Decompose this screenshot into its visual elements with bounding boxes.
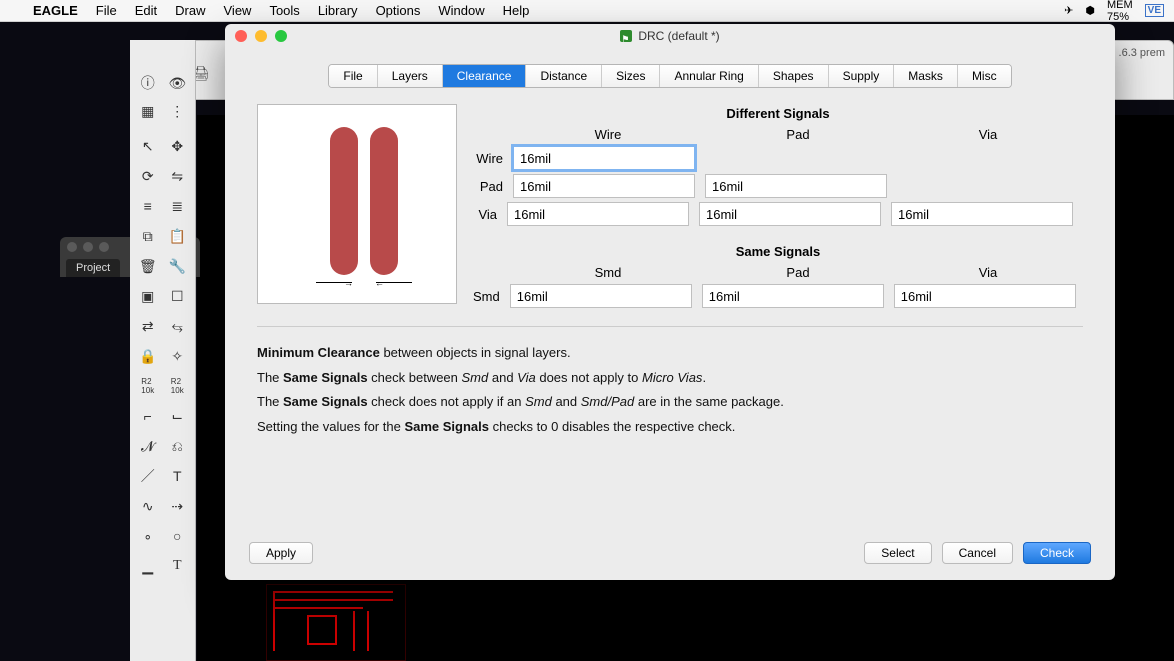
menu-tools[interactable]: Tools: [260, 3, 308, 18]
pad-pad-input[interactable]: [705, 174, 887, 198]
tool-palette: ⓘ 👁 ▦ ⋮ ↖ ✥ ⟳ ⇋ ≡ ≣ ⧉ 📋 🗑 🔧 ▣ ☐ ⇄ ⥃ 🔒 ✧ …: [130, 40, 196, 661]
text-tool-icon[interactable]: T: [164, 552, 192, 580]
smash-icon[interactable]: ✧: [164, 342, 192, 370]
lock-icon[interactable]: 🔒: [134, 342, 162, 370]
menu-edit[interactable]: Edit: [126, 3, 166, 18]
different-signals-title: Different Signals: [473, 106, 1083, 121]
dropbox-icon[interactable]: ⬢: [1085, 4, 1095, 17]
hole-tool-icon[interactable]: ○: [164, 522, 192, 550]
tab-masks[interactable]: Masks: [894, 65, 958, 87]
add-part-icon[interactable]: ▣: [134, 282, 162, 310]
align-tool-icon[interactable]: ≣: [164, 192, 192, 220]
via-via-input[interactable]: [891, 202, 1073, 226]
gate-swap-icon[interactable]: ⥃: [164, 312, 192, 340]
pin-swap-icon[interactable]: ⇄: [134, 312, 162, 340]
value-r1-icon[interactable]: R210k: [134, 372, 162, 400]
delete-tool-icon[interactable]: 🗑: [134, 252, 162, 280]
check-button[interactable]: Check: [1023, 542, 1091, 564]
via-wire-input[interactable]: [507, 202, 689, 226]
smd-pad-input[interactable]: [702, 284, 884, 308]
tab-shapes[interactable]: Shapes: [759, 65, 829, 87]
tab-sizes[interactable]: Sizes: [602, 65, 660, 87]
col-via2: Via: [893, 265, 1083, 280]
paste-tool-icon[interactable]: 📋: [164, 222, 192, 250]
mirror-tool-icon[interactable]: ⇋: [164, 162, 192, 190]
value-r2-icon[interactable]: R210k: [164, 372, 192, 400]
macos-menubar: EAGLE File Edit Draw View Tools Library …: [0, 0, 1174, 22]
rotate-tool-icon[interactable]: ⟳: [134, 162, 162, 190]
wire-wire-input[interactable]: [513, 146, 695, 170]
col-via: Via: [893, 127, 1083, 142]
app-name[interactable]: EAGLE: [24, 3, 87, 18]
tab-misc[interactable]: Misc: [958, 65, 1011, 87]
version-label: .6.3 prem: [1119, 47, 1165, 59]
menu-window[interactable]: Window: [429, 3, 493, 18]
clearance-preview: →←: [257, 104, 457, 304]
col-wire: Wire: [513, 127, 703, 142]
diff-col-headers: Wire Pad Via: [513, 127, 1083, 142]
menu-draw[interactable]: Draw: [166, 3, 214, 18]
bus-tool-icon[interactable]: ⇢: [164, 492, 192, 520]
memory-indicator[interactable]: MEM75%: [1107, 0, 1133, 23]
wrench-tool-icon[interactable]: 🔧: [164, 252, 192, 280]
cancel-button[interactable]: Cancel: [942, 542, 1013, 564]
info-icon[interactable]: ⓘ: [134, 70, 162, 96]
tab-file[interactable]: File: [329, 65, 377, 87]
move-tool-icon[interactable]: ✥: [164, 132, 192, 160]
net-tool-icon[interactable]: ∿: [134, 492, 162, 520]
smd-via-input[interactable]: [894, 284, 1076, 308]
drc-dialog: DRC (default *) File Layers Clearance Di…: [225, 24, 1115, 580]
same-col-headers: Smd Pad Via: [513, 265, 1083, 280]
text-icon[interactable]: T: [164, 462, 192, 490]
col-pad2: Pad: [703, 265, 893, 280]
align-left-icon[interactable]: ≡: [134, 192, 162, 220]
copy-tool-icon[interactable]: ⧉: [134, 222, 162, 250]
dialog-title: DRC (default *): [225, 24, 1115, 48]
menu-library[interactable]: Library: [309, 3, 367, 18]
via-tool-icon[interactable]: ∘: [134, 522, 162, 550]
line-tool-icon[interactable]: ▁: [134, 552, 162, 580]
split-icon[interactable]: ⌙: [164, 402, 192, 430]
route-icon[interactable]: 𝓝: [134, 432, 162, 460]
eye-icon[interactable]: 👁: [164, 70, 192, 96]
menu-view[interactable]: View: [215, 3, 261, 18]
tab-clearance[interactable]: Clearance: [443, 65, 527, 87]
same-signals-title: Same Signals: [473, 244, 1083, 259]
col-pad: Pad: [703, 127, 893, 142]
tab-layers[interactable]: Layers: [378, 65, 443, 87]
tab-annular-ring[interactable]: Annular Ring: [660, 65, 758, 87]
wire-icon[interactable]: ／: [134, 462, 162, 490]
clearance-notes: Minimum Clearance between objects in sig…: [257, 341, 1083, 440]
smd-smd-input[interactable]: [510, 284, 692, 308]
select-tool-icon[interactable]: ↖: [134, 132, 162, 160]
settings-icon[interactable]: ⋮: [164, 98, 192, 124]
miter-icon[interactable]: ⌐: [134, 402, 162, 430]
tab-distance[interactable]: Distance: [526, 65, 602, 87]
menu-help[interactable]: Help: [494, 3, 539, 18]
row-label-via: Via: [473, 207, 507, 222]
apply-button[interactable]: Apply: [249, 542, 313, 564]
row-label-smd: Smd: [473, 289, 510, 304]
row-label-pad: Pad: [473, 179, 513, 194]
location-icon[interactable]: ✈: [1064, 4, 1073, 17]
menu-file[interactable]: File: [87, 3, 126, 18]
replace-icon[interactable]: ☐: [164, 282, 192, 310]
project-tab[interactable]: Project: [66, 259, 120, 277]
drc-tabs: File Layers Clearance Distance Sizes Ann…: [328, 64, 1011, 88]
menu-options[interactable]: Options: [367, 3, 430, 18]
select-button[interactable]: Select: [864, 542, 931, 564]
pad-wire-input[interactable]: [513, 174, 695, 198]
layers-icon[interactable]: ▦: [134, 98, 162, 124]
vnc-indicator[interactable]: VE: [1145, 4, 1164, 17]
via-pad-input[interactable]: [699, 202, 881, 226]
pcb-board-view[interactable]: [266, 584, 406, 661]
tab-supply[interactable]: Supply: [829, 65, 895, 87]
col-smd: Smd: [513, 265, 703, 280]
ripup-icon[interactable]: ⎌: [164, 432, 192, 460]
drc-chip-icon: [620, 30, 632, 42]
row-label-wire: Wire: [473, 151, 513, 166]
